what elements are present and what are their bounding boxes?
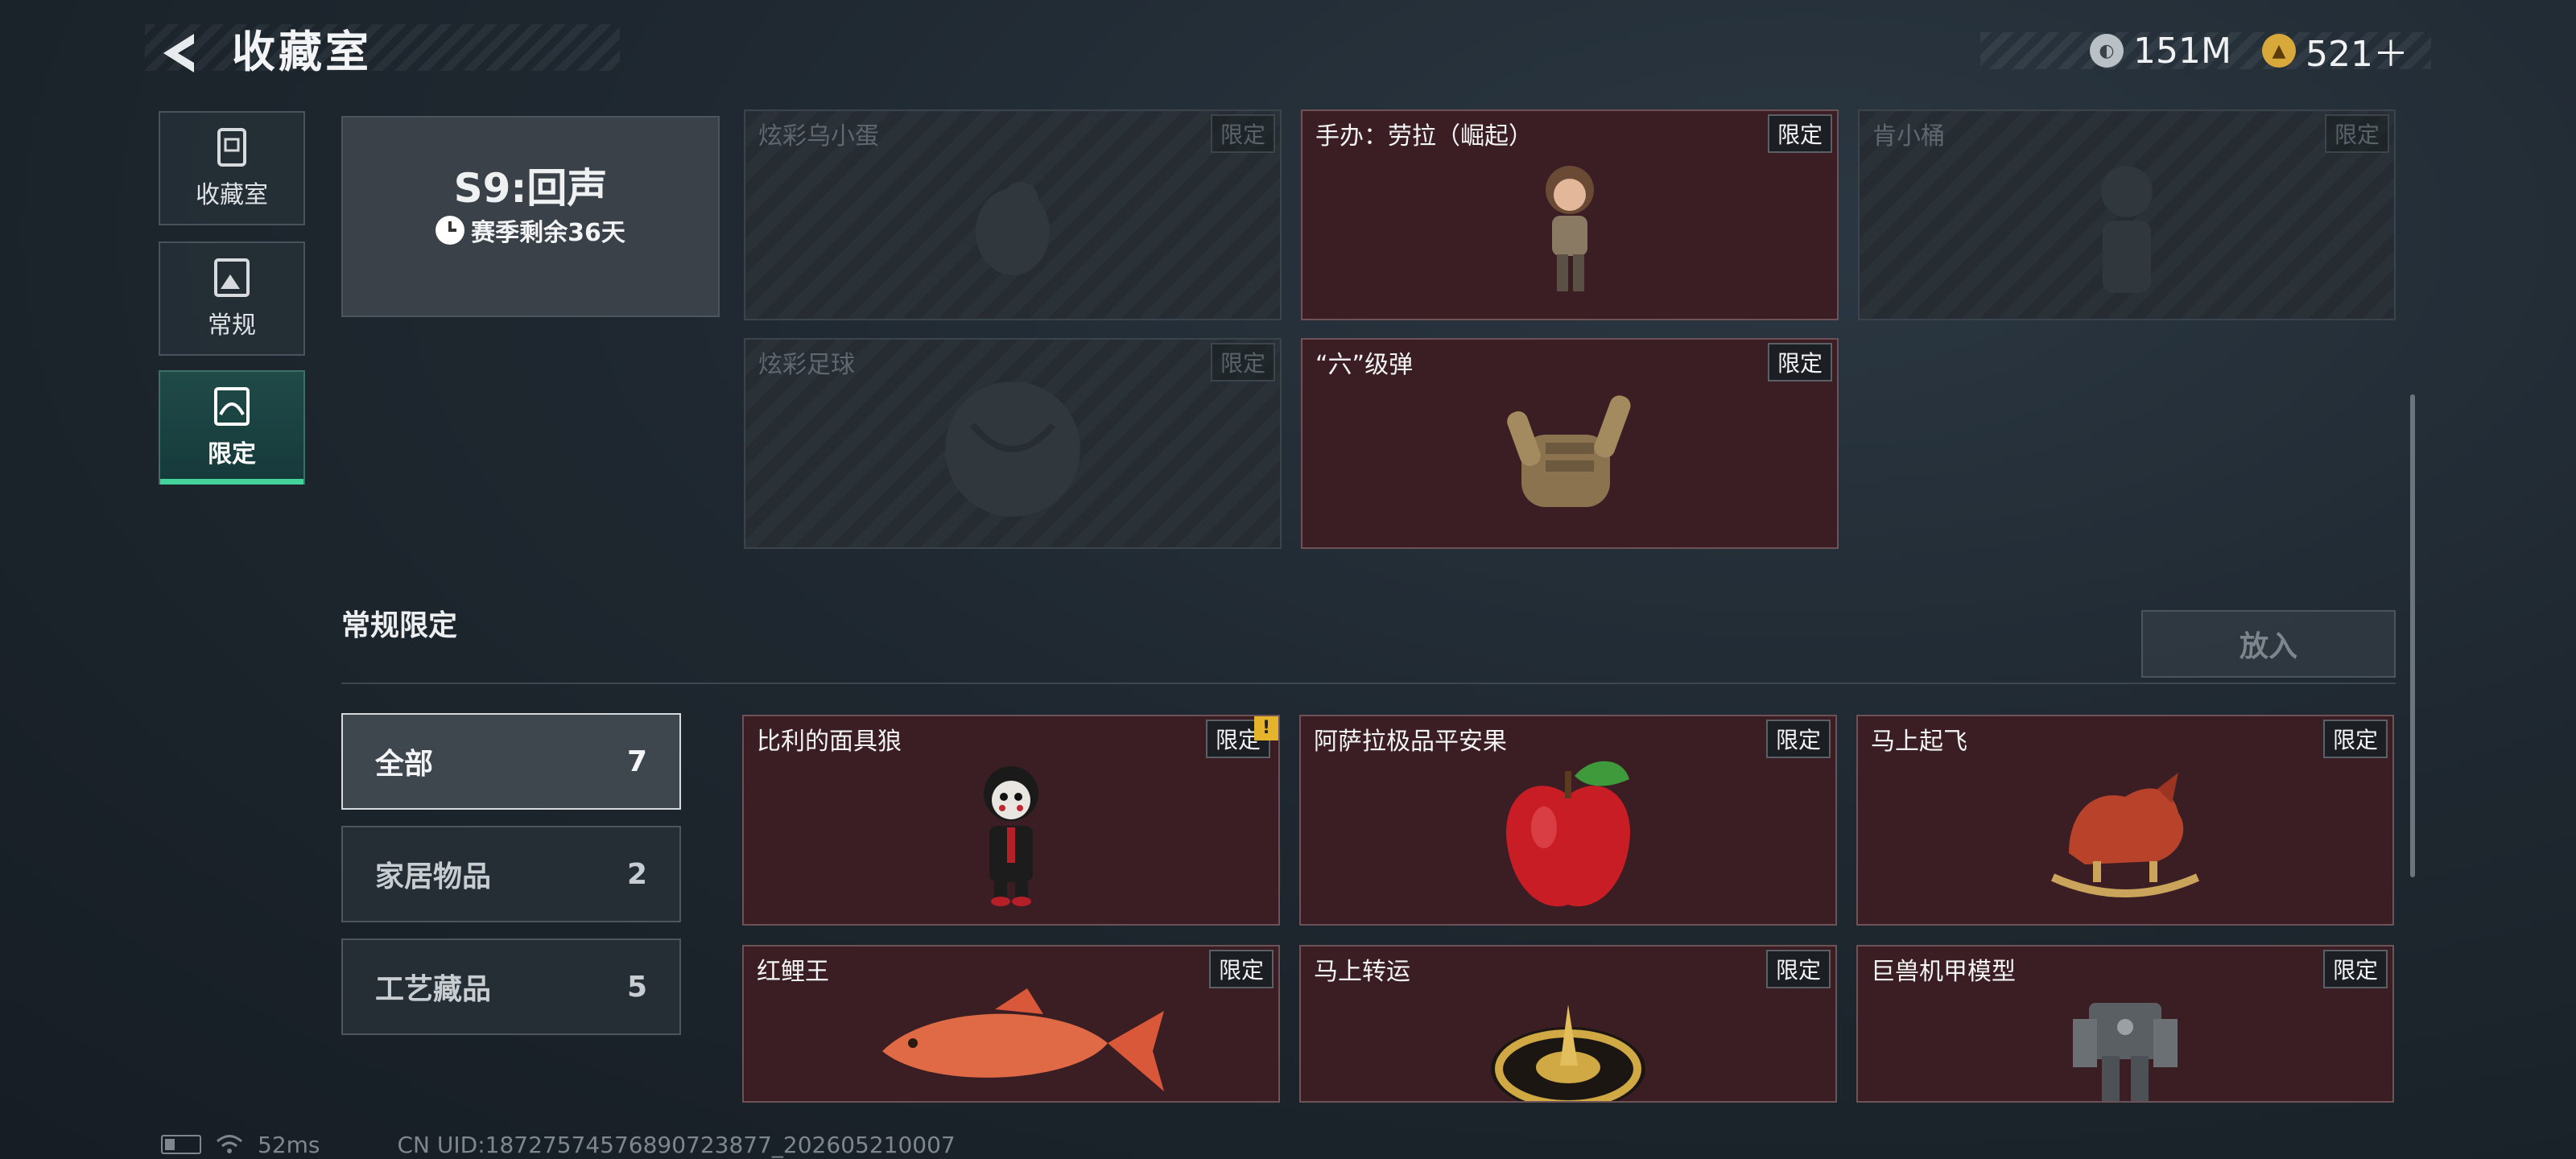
rocking-horse-icon [2050,773,2200,897]
tab-limited[interactable]: 限定 [159,370,305,485]
mask-puppet-figure-icon [984,766,1038,906]
limited-tag: 限定 [1765,720,1831,758]
red-carp-fish-icon [882,988,1164,1091]
item-name: 炫彩乌小蛋 [758,122,879,151]
season-title: S9:回声 [453,165,608,212]
item-card[interactable]: 巨兽机甲模型 限定 [1856,945,2394,1103]
item-name: “六”级弹 [1315,351,1414,379]
battery-icon [161,1135,201,1154]
put-in-button[interactable]: 放入 [2141,610,2396,678]
mech-model-icon [2073,1003,2178,1101]
season-card: S9:回声 赛季剩余36天 [341,116,720,317]
filter-label: 工艺藏品 [375,973,492,1006]
item-card[interactable]: 炫彩足球 限定 [744,338,1282,549]
tab-regular[interactable]: 常规 [159,241,305,356]
currency-secondary[interactable]: ▲ 521＋ [2262,31,2409,75]
ping-text: 52ms [258,1131,320,1158]
filter-count: 5 [626,970,647,1004]
red-apple-icon [1506,761,1630,907]
tab-collection-label: 收藏室 [196,181,268,209]
section-divider [341,683,2396,684]
tab-limited-label: 限定 [208,440,256,468]
figure-lara-icon [1546,166,1594,291]
item-card[interactable]: 比利的面具狼 限定 ! [742,715,1280,926]
filter-home-items[interactable]: 家居物品 2 [341,826,681,922]
limited-tag: 限定 [1210,114,1275,153]
football-silhouette-icon [945,382,1080,517]
item-card[interactable]: 红鲤王 限定 [742,945,1280,1103]
item-name: 手办：劳拉（崛起） [1315,122,1533,151]
item-card[interactable]: 炫彩乌小蛋 限定 [744,109,1282,320]
silver-coin-icon: ◐ [2090,34,2124,68]
header-bar [145,24,620,71]
wifi-icon [217,1135,242,1153]
filter-count: 7 [626,744,647,778]
limited-tag: 限定 [1208,950,1274,988]
item-card[interactable]: 马上起飞 限定 [1856,715,2394,926]
filter-all[interactable]: 全部 7 [341,713,681,810]
currency-secondary-value: 521＋ [2306,34,2409,75]
back-button[interactable] [157,29,205,77]
season-remaining-text: 赛季剩余36天 [471,219,625,247]
limited-tag: 限定 [2322,950,2388,988]
tab-collection[interactable]: 收藏室 [159,111,305,225]
collection-icon [217,128,246,167]
page-title: 收藏室 [232,27,372,77]
limited-icon [214,387,250,426]
filter-count: 2 [626,857,647,891]
limited-tag: 限定 [1767,343,1832,382]
season-remaining: 赛季剩余36天 [343,212,718,248]
item-name: 马上转运 [1314,958,1410,986]
bucket-figure-silhouette-icon [2101,166,2153,293]
back-arrow-icon [163,34,194,72]
tab-regular-label: 常规 [208,311,256,340]
item-name: 炫彩足球 [758,351,855,379]
item-name: 马上起飞 [1871,728,1967,756]
item-card[interactable]: 阿萨拉极品平安果 限定 [1299,715,1837,926]
item-card[interactable]: “六”级弹 限定 [1301,338,1839,549]
filter-crafts[interactable]: 工艺藏品 5 [341,938,681,1035]
bird-egg-silhouette-icon [976,182,1050,275]
scrollbar[interactable] [2410,394,2415,877]
limited-tag: 限定 [1765,950,1831,988]
clock-icon [436,216,465,245]
item-card[interactable]: 肯小桶 限定 [1858,109,2396,320]
currency-primary[interactable]: ◐ 151M [2090,30,2231,72]
filter-label: 全部 [375,748,434,781]
item-card[interactable]: 手办：劳拉（崛起） 限定 [1301,109,1839,320]
status-footer: 52ms CN UID:18727574576890723877_2026052… [161,1130,956,1159]
notice-badge: ! [1254,716,1278,740]
uid-text: CN UID:18727574576890723877_202605210007 [397,1131,956,1158]
currency-primary-value: 151M [2133,30,2231,72]
limited-tag: 限定 [2322,720,2388,758]
limited-tag: 限定 [1767,114,1832,153]
item-name: 比利的面具狼 [757,728,902,756]
item-card[interactable]: 马上转运 限定 [1299,945,1837,1103]
section-title: 常规限定 [341,609,458,642]
picture-frame-icon [214,258,250,297]
hand-sign-figurine-icon [1507,395,1631,507]
item-name: 巨兽机甲模型 [1871,958,2016,986]
limited-tag: 限定 [2324,114,2389,153]
filter-label: 家居物品 [375,860,492,893]
item-name: 肯小桶 [1872,122,1945,151]
gold-coin-icon: ▲ [2262,34,2296,68]
fortune-disc-icon [1491,1004,1645,1101]
limited-tag: 限定 [1210,343,1275,382]
item-name: 红鲤王 [757,958,829,986]
item-name: 阿萨拉极品平安果 [1314,728,1507,756]
